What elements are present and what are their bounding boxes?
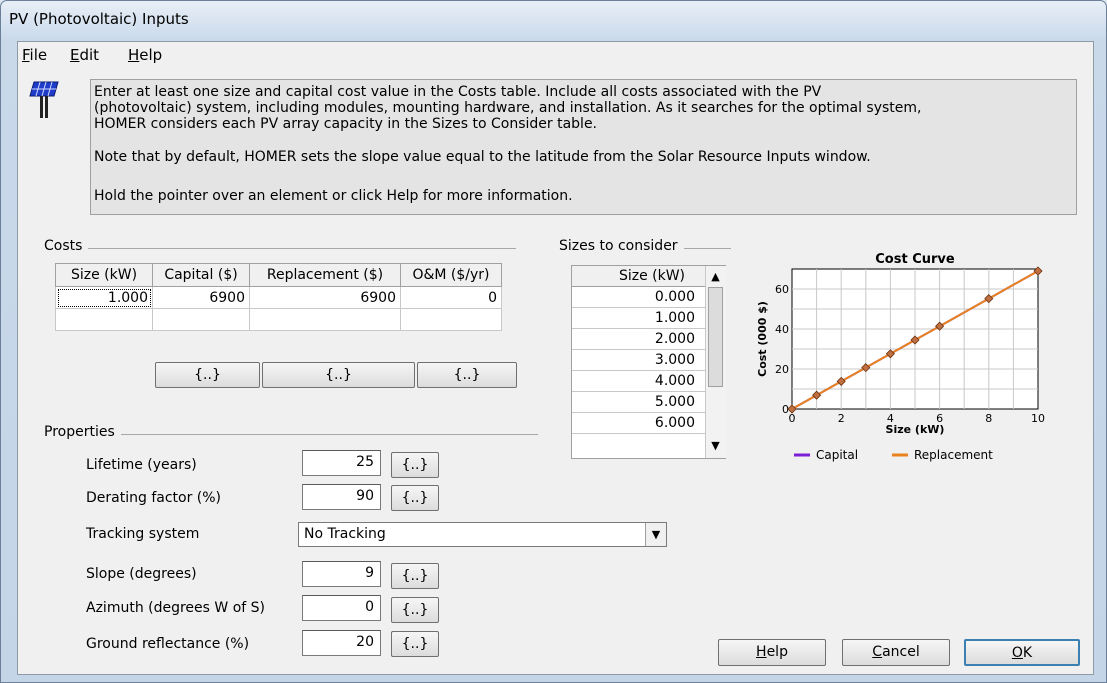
cost-curve-chart: Cost Curve0 2 4 6 8 100204060Size (kW)Cost (0… xyxy=(756,252,1045,462)
info-line: HOMER considers each PV array capacity i… xyxy=(94,116,598,132)
sizes-row[interactable]: 0.000 xyxy=(572,287,705,308)
x-tick-label: 0 xyxy=(789,412,796,425)
reflectance-label: Ground reflectance (%) xyxy=(86,636,250,652)
y-axis-label: Cost (000 $) xyxy=(756,301,769,377)
x-axis-label: Size (kW) xyxy=(886,423,945,436)
info-line: (photovoltaic) system, including modules… xyxy=(94,100,922,116)
x-tick-label: 2 xyxy=(838,412,845,425)
info-box: Enter at least one size and capital cost… xyxy=(90,79,1077,215)
sizes-list[interactable]: Size (kW) 0.000 1.000 2.000 3.000 4.000 … xyxy=(571,265,726,459)
sizes-group-title: Sizes to consider xyxy=(559,238,684,254)
y-tick-label: 60 xyxy=(775,283,789,296)
capital-sensitivity-button[interactable]: {..} xyxy=(155,362,260,388)
costs-cell-empty[interactable] xyxy=(152,308,250,331)
replacement-sensitivity-button[interactable]: {..} xyxy=(262,362,415,388)
dialog-client-area: File Edit Help Enter at least one size a… xyxy=(17,41,1094,675)
costs-group-title: Costs xyxy=(44,238,89,254)
azimuth-field[interactable]: 0 xyxy=(302,595,381,621)
solar-panel-icon xyxy=(29,81,59,118)
azimuth-sensitivity-button[interactable]: {..} xyxy=(391,597,439,623)
scroll-up-arrow-icon[interactable]: ▲ xyxy=(708,268,723,285)
sizes-row[interactable]: 5.000 xyxy=(572,392,705,413)
window-title: PV (Photovoltaic) Inputs xyxy=(9,10,189,28)
costs-cell-empty[interactable] xyxy=(249,308,401,331)
costs-header-om[interactable]: O&M ($/yr) xyxy=(400,263,502,287)
costs-cell-replacement[interactable]: 6900 xyxy=(249,286,401,309)
cancel-button[interactable]: Cancel xyxy=(842,639,950,666)
lifetime-label: Lifetime (years) xyxy=(86,457,197,473)
dialog-window: PV (Photovoltaic) Inputs File Edit Help … xyxy=(0,0,1107,683)
sizes-scrollbar[interactable]: ▲ ▼ xyxy=(705,266,726,458)
costs-cell-size[interactable]: 1.000 xyxy=(55,286,153,309)
menu-file[interactable]: File xyxy=(22,46,47,64)
costs-header-size[interactable]: Size (kW) xyxy=(55,263,153,287)
om-sensitivity-button[interactable]: {..} xyxy=(417,362,517,388)
chevron-down-icon[interactable]: ▼ xyxy=(645,523,666,546)
costs-cell-om[interactable]: 0 xyxy=(400,286,502,309)
reflectance-sensitivity-button[interactable]: {..} xyxy=(391,631,439,657)
menu-help[interactable]: Help xyxy=(128,46,162,64)
costs-table[interactable]: Size (kW) Capital ($) Replacement ($) O&… xyxy=(55,263,502,331)
ok-button[interactable]: OK xyxy=(964,639,1080,666)
menu-edit[interactable]: Edit xyxy=(70,46,99,64)
chart-title: Cost Curve xyxy=(875,252,955,267)
costs-cell-empty[interactable] xyxy=(55,308,153,331)
tracking-label: Tracking system xyxy=(86,526,200,542)
lifetime-field[interactable]: 25 xyxy=(302,450,381,476)
menu-bar: File Edit Help xyxy=(18,42,1093,68)
sizes-row[interactable]: 4.000 xyxy=(572,371,705,392)
derating-sensitivity-button[interactable]: {..} xyxy=(391,485,439,511)
x-tick-label: 10 xyxy=(1031,412,1045,425)
azimuth-label: Azimuth (degrees W of S) xyxy=(86,600,265,616)
properties-group-title: Properties xyxy=(44,424,121,440)
y-tick-label: 40 xyxy=(775,323,789,336)
sizes-row[interactable]: 3.000 xyxy=(572,350,705,371)
info-line: Hold the pointer over an element or clic… xyxy=(94,188,573,204)
slope-sensitivity-button[interactable]: {..} xyxy=(391,563,439,589)
derating-field[interactable]: 90 xyxy=(302,484,381,510)
reflectance-field[interactable]: 20 xyxy=(302,630,381,656)
tracking-select-value: No Tracking xyxy=(304,526,386,542)
slope-label: Slope (degrees) xyxy=(86,566,197,582)
scroll-down-arrow-icon[interactable]: ▼ xyxy=(708,437,723,454)
costs-divider xyxy=(44,248,516,249)
sizes-row[interactable]: 2.000 xyxy=(572,329,705,350)
scroll-thumb[interactable] xyxy=(708,287,723,387)
info-line: Note that by default, HOMER sets the slo… xyxy=(94,149,871,165)
costs-header-capital[interactable]: Capital ($) xyxy=(152,263,250,287)
costs-cell-empty[interactable] xyxy=(400,308,502,331)
sizes-row[interactable]: 6.000 xyxy=(572,413,705,434)
tracking-select[interactable]: No Tracking ▼ xyxy=(298,522,667,547)
derating-label: Derating factor (%) xyxy=(86,490,222,506)
y-tick-label: 20 xyxy=(775,363,789,376)
lifetime-sensitivity-button[interactable]: {..} xyxy=(391,452,439,478)
info-line: Enter at least one size and capital cost… xyxy=(94,84,822,100)
slope-field[interactable]: 9 xyxy=(302,561,381,587)
sizes-header[interactable]: Size (kW) xyxy=(572,266,705,287)
legend-label: Capital xyxy=(816,448,858,462)
help-button[interactable]: Help xyxy=(718,639,826,666)
sizes-row[interactable]: 1.000 xyxy=(572,308,705,329)
costs-header-replacement[interactable]: Replacement ($) xyxy=(249,263,401,287)
legend-label: Replacement xyxy=(914,448,993,462)
x-tick-label: 8 xyxy=(985,412,992,425)
costs-cell-capital[interactable]: 6900 xyxy=(152,286,250,309)
